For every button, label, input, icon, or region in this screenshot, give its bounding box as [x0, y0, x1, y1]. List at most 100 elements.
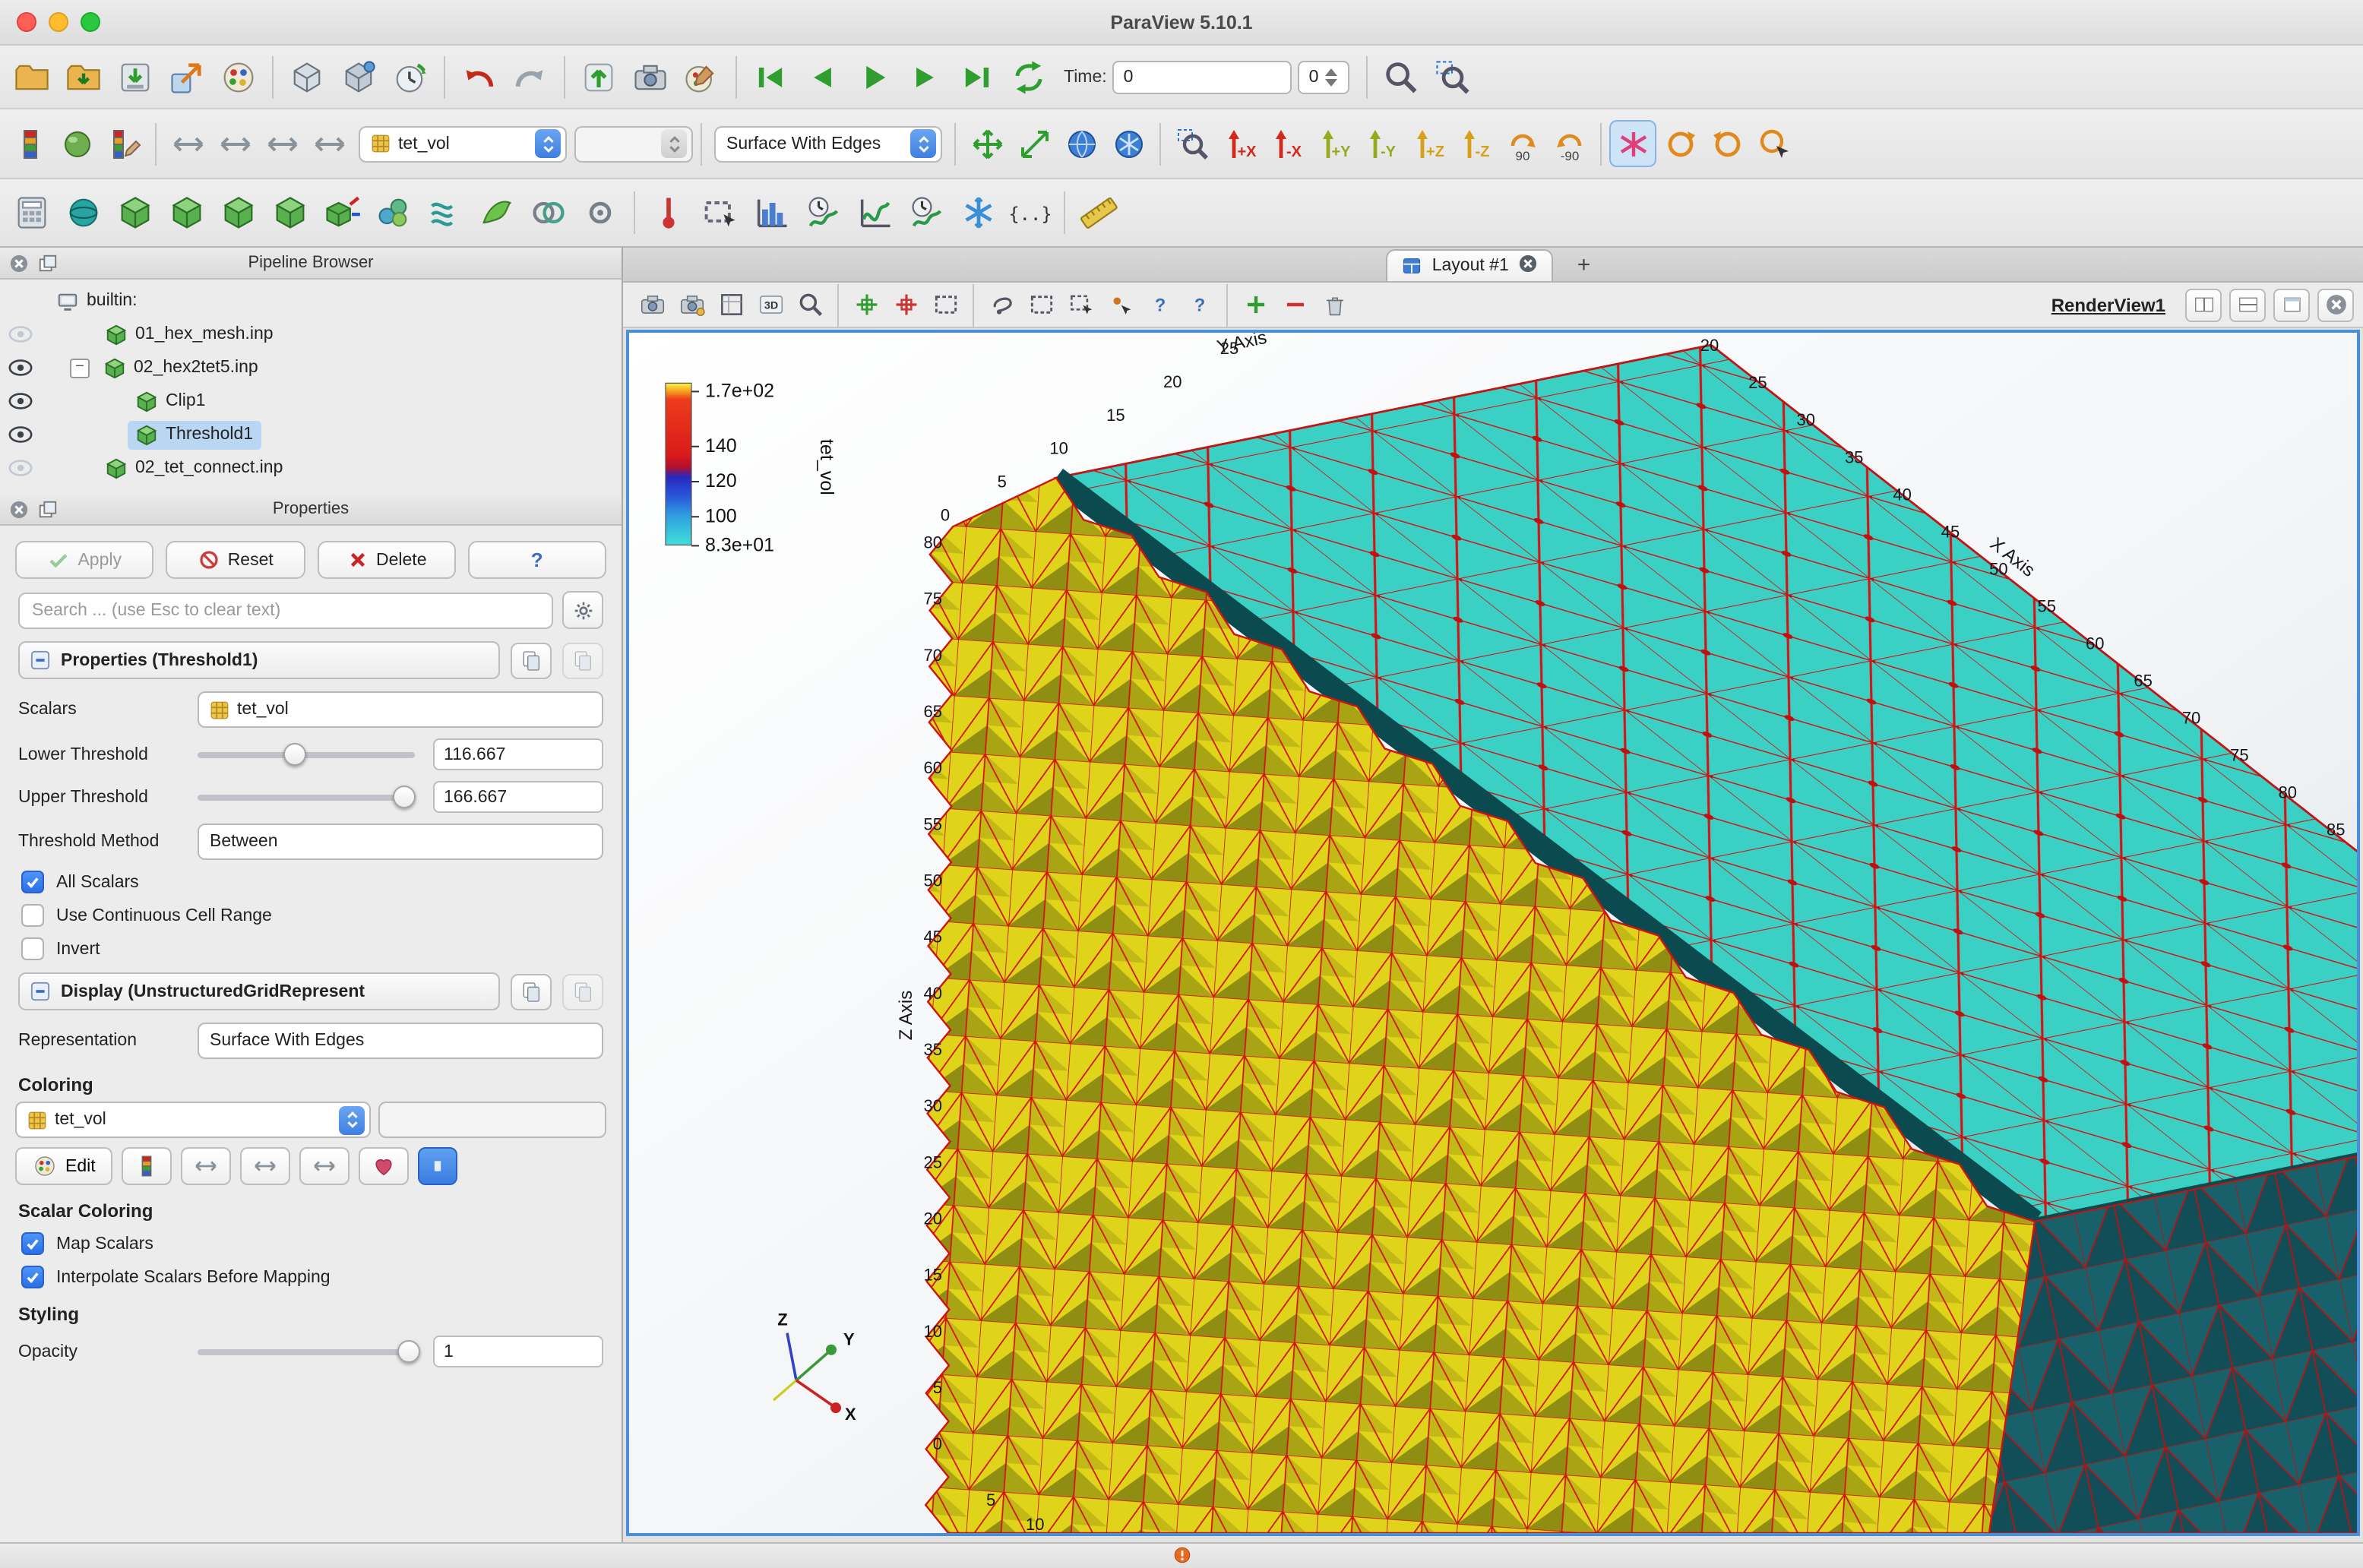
pipeline-item-label[interactable]: 02_hex2tet5.inp — [96, 353, 266, 382]
slider-handle[interactable] — [397, 1339, 419, 1362]
show-orientation-axes-button[interactable] — [1058, 120, 1105, 167]
last-frame-button[interactable] — [951, 51, 1003, 103]
display-representation-combo[interactable]: Surface With Edges — [198, 1023, 603, 1059]
warp-by-vector-button[interactable] — [471, 187, 523, 239]
zoom-to-data-button[interactable] — [1376, 51, 1428, 103]
split-vertical-button[interactable] — [2229, 288, 2266, 321]
checkbox-use-continuous-cell-range[interactable] — [21, 904, 44, 927]
undo-button[interactable] — [453, 51, 505, 103]
select-frustum-cells-button[interactable] — [925, 285, 965, 324]
pick-center-button[interactable] — [1751, 120, 1798, 167]
copy-display-button[interactable] — [511, 973, 552, 1010]
extract-level-button[interactable] — [574, 187, 626, 239]
edit-color-map-button[interactable]: Edit — [15, 1147, 112, 1185]
opacity-input[interactable] — [433, 1336, 603, 1367]
catalyst-connect-button[interactable] — [281, 51, 333, 103]
layout-tab[interactable]: Layout #1 — [1387, 249, 1553, 281]
rotate-camera-cw-button[interactable] — [1703, 120, 1751, 167]
edit-color-palette-button[interactable] — [676, 51, 728, 103]
collapse-section-icon[interactable] — [30, 650, 50, 670]
glyph-filter-button[interactable] — [368, 187, 419, 239]
delete-button[interactable]: Delete — [317, 541, 456, 579]
redo-button[interactable] — [505, 51, 556, 103]
tree-expander-icon[interactable]: − — [70, 358, 90, 378]
reset-center-of-rotation-button[interactable] — [1609, 120, 1656, 167]
extract-subset-button[interactable] — [316, 187, 368, 239]
rescale-to-custom-range-button[interactable] — [240, 1147, 290, 1185]
new-layout-tab-button[interactable]: + — [1568, 251, 1600, 277]
spinner-arrows-icon[interactable] — [1324, 68, 1337, 86]
pipeline-item-label[interactable]: Threshold1 — [128, 420, 261, 449]
save-data-button[interactable] — [58, 51, 109, 103]
search-input[interactable] — [18, 592, 553, 628]
zoom-to-selection-button[interactable] — [1428, 51, 1479, 103]
color-map-button[interactable] — [6, 120, 53, 167]
ruler-button[interactable] — [1073, 187, 1125, 239]
help-button[interactable]: ? — [468, 541, 607, 579]
group-datasets-button[interactable] — [523, 187, 574, 239]
rescale-to-visible-range-button[interactable] — [305, 120, 353, 167]
collapse-section-icon[interactable] — [30, 982, 50, 1001]
contour-filter-button[interactable] — [109, 187, 161, 239]
visibility-eye-icon[interactable] — [0, 459, 40, 477]
visibility-eye-icon[interactable] — [0, 392, 40, 410]
select-polygon-button[interactable] — [982, 285, 1021, 324]
rescale-to-data-range-button[interactable] — [164, 120, 211, 167]
pipeline-item-label[interactable]: 01_hex_mesh.inp — [97, 320, 281, 349]
rescale-to-custom-range-button[interactable] — [211, 120, 258, 167]
toggle-2d-3d-button[interactable]: 3D — [751, 285, 790, 324]
upper-threshold-slider[interactable] — [198, 794, 415, 800]
select-cells-on-button[interactable] — [846, 285, 886, 324]
close-view-button[interactable] — [2317, 288, 2354, 321]
stream-tracer-button[interactable] — [419, 187, 471, 239]
color-array-combo[interactable]: tet_vol — [359, 125, 567, 162]
loop-button[interactable] — [1003, 51, 1055, 103]
pipeline-item-builtin[interactable]: builtin: — [0, 284, 622, 318]
programmable-filter-button[interactable]: {..} — [1004, 187, 1056, 239]
rescale-color-range-button[interactable] — [53, 120, 100, 167]
rotate-90-button[interactable]: -90 — [1545, 120, 1593, 167]
close-panel-icon[interactable] — [9, 253, 29, 273]
reset-button[interactable]: Reset — [166, 541, 305, 579]
clip-filter-button[interactable] — [161, 187, 213, 239]
render-viewport[interactable]: 1.7e+021401201008.3e+01tet_vol 202530354… — [626, 330, 2360, 1536]
visibility-eye-icon[interactable] — [0, 325, 40, 343]
camera-minus-x-button[interactable]: -X — [1263, 120, 1310, 167]
apply-button[interactable]: Apply — [15, 541, 154, 579]
open-file-button[interactable] — [6, 51, 58, 103]
rescale-to-temporal-range-button[interactable] — [258, 120, 305, 167]
pipeline-item-label[interactable]: builtin: — [49, 286, 145, 315]
shrink-selection-button[interactable] — [1275, 285, 1314, 324]
camera-minus-z-button[interactable]: -Z — [1451, 120, 1498, 167]
zoom-view-button[interactable] — [790, 285, 830, 324]
properties-section-header[interactable]: Properties (Threshold1) — [18, 641, 500, 679]
close-tab-icon[interactable] — [1518, 254, 1538, 278]
camera-settings-button[interactable] — [625, 51, 676, 103]
histogram-button[interactable] — [746, 187, 798, 239]
pipeline-item-01-hex-mesh-inp[interactable]: 01_hex_mesh.inp — [0, 318, 622, 351]
plot-over-line-button[interactable] — [849, 187, 901, 239]
scalars-combo[interactable]: tet_vol — [198, 691, 603, 728]
previous-frame-button[interactable] — [796, 51, 848, 103]
edit-color-map-toolbar-button[interactable] — [100, 120, 147, 167]
paste-display-button[interactable] — [562, 973, 603, 1010]
capture-frame-button[interactable] — [711, 285, 751, 324]
component-combo[interactable] — [574, 125, 693, 162]
clear-selection-button[interactable] — [1314, 285, 1354, 324]
zoom-to-box-button[interactable] — [1169, 120, 1216, 167]
paste-properties-button[interactable] — [562, 642, 603, 678]
lower-threshold-slider[interactable] — [198, 751, 415, 757]
camera-plus-z-button[interactable]: +Z — [1404, 120, 1451, 167]
threshold-method-combo[interactable]: Between — [198, 824, 603, 860]
coloring-array-combo[interactable]: tet_vol — [15, 1102, 371, 1138]
hover-cells-button[interactable]: ? — [1140, 285, 1179, 324]
reset-camera-closest-button[interactable] — [1011, 120, 1058, 167]
rotate-90-button[interactable]: 90 — [1498, 120, 1545, 167]
visibility-eye-icon[interactable] — [0, 359, 40, 377]
temporal-interpolator-button[interactable] — [953, 187, 1004, 239]
split-horizontal-button[interactable] — [2185, 288, 2222, 321]
undock-panel-icon[interactable] — [38, 253, 58, 273]
interactive-select-points-button[interactable] — [1100, 285, 1140, 324]
checkbox-invert[interactable] — [21, 937, 44, 960]
upper-threshold-input[interactable] — [433, 781, 603, 813]
